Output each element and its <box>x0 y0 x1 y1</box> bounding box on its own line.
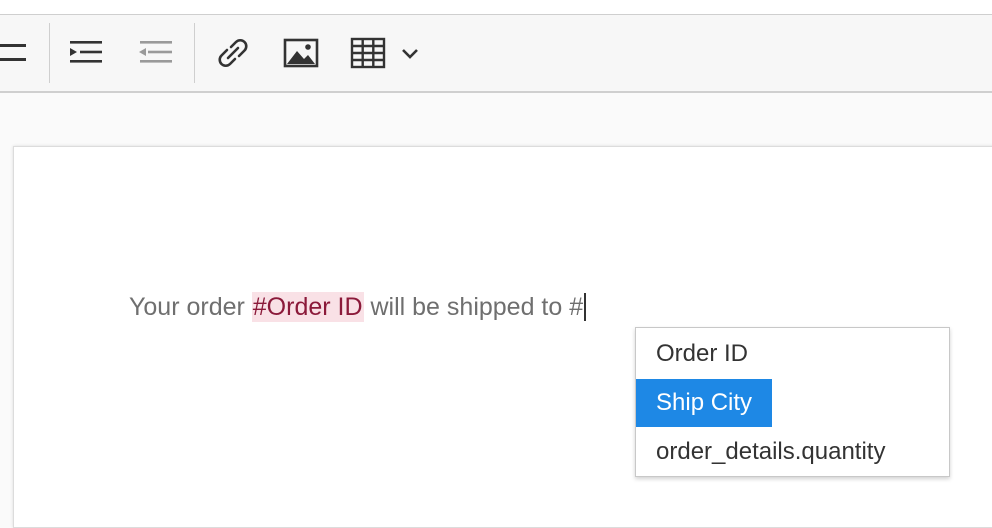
toolbar-separator <box>49 23 50 83</box>
insert-table-button[interactable] <box>346 15 390 91</box>
indent-increase-icon <box>70 41 102 63</box>
table-icon <box>350 37 386 69</box>
mention-suggestion-popup: Order ID Ship City order_details.quantit… <box>635 327 950 477</box>
editor-text: will be shipped to # <box>363 293 584 321</box>
insert-link-button[interactable] <box>212 15 254 91</box>
suggestion-item-order-details-quantity[interactable]: order_details.quantity <box>636 428 905 476</box>
editor-toolbar <box>0 15 992 93</box>
indent-increase-button[interactable] <box>64 15 108 91</box>
mention-token[interactable]: #Order ID <box>251 292 364 322</box>
window-top-strip <box>0 0 992 15</box>
indent-decrease-button[interactable] <box>132 15 176 91</box>
suggestion-item-order-id[interactable]: Order ID <box>636 330 768 378</box>
chevron-down-icon <box>402 49 418 59</box>
editor-paragraph[interactable]: Your order #Order ID will be shipped to … <box>129 292 586 322</box>
image-icon <box>283 38 319 68</box>
table-dropdown-button[interactable] <box>396 15 424 91</box>
insert-image-button[interactable] <box>280 15 322 91</box>
align-justify-icon <box>0 44 26 61</box>
text-caret <box>584 293 586 321</box>
editor-text: Your order <box>129 293 252 321</box>
indent-decrease-icon <box>139 41 172 63</box>
suggestion-item-ship-city[interactable]: Ship City <box>636 379 773 427</box>
align-justify-button[interactable] <box>0 15 34 91</box>
toolbar-separator <box>194 23 195 83</box>
link-icon <box>218 39 248 67</box>
